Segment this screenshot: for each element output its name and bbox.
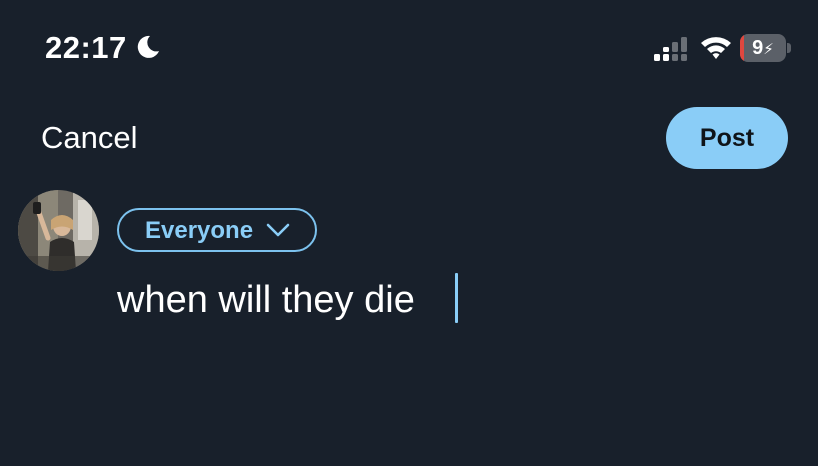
audience-selector-button[interactable]: Everyone: [117, 208, 317, 252]
audience-label: Everyone: [145, 217, 254, 244]
cancel-button[interactable]: Cancel: [41, 118, 138, 158]
cellular-signal-icon: [654, 37, 687, 61]
battery-body: 9⚡: [740, 34, 786, 62]
battery-level-text: 9⚡: [752, 37, 774, 59]
status-bar: 22:17 9⚡: [0, 0, 818, 96]
compose-post-screen: 22:17 9⚡ Cancel Post Everyone when will …: [0, 0, 818, 466]
battery-cap: [787, 43, 791, 53]
battery-charging-icon: 9⚡: [740, 34, 791, 62]
chevron-down-icon: [266, 223, 290, 237]
user-avatar[interactable]: [18, 190, 99, 271]
text-cursor: [455, 273, 458, 323]
moon-icon: [137, 35, 159, 58]
charging-bolt-icon: ⚡: [763, 41, 774, 58]
status-time: 22:17: [45, 30, 127, 65]
avatar-photo: [18, 190, 99, 271]
post-button[interactable]: Post: [666, 107, 788, 169]
compose-text-input[interactable]: when will they die: [117, 276, 415, 324]
wifi-icon: [701, 37, 731, 59]
